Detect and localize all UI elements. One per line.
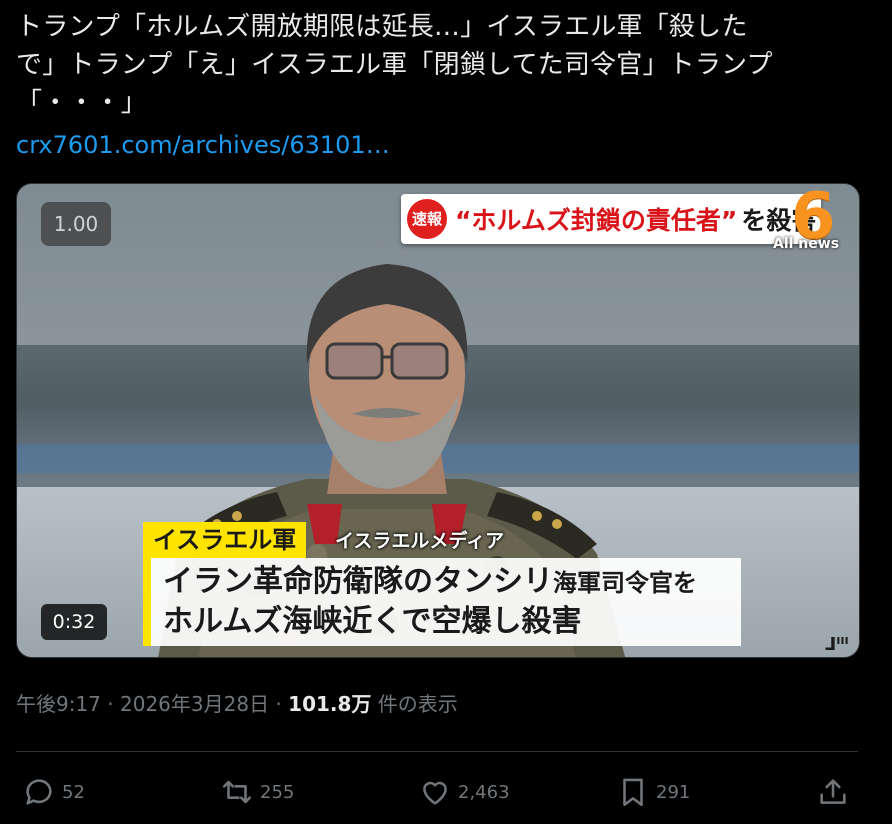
channel-logo: 6 All news	[769, 184, 859, 264]
divider	[16, 751, 858, 752]
caption-box: イラン革命防衛隊のタンシリ海軍司令官を ホルムズ海峡近くで空爆し殺害	[143, 558, 741, 646]
bookmark-count: 291	[656, 781, 691, 803]
like-count: 2,463	[458, 781, 510, 803]
caption-line-1: イラン革命防衛隊のタンシリ海軍司令官を	[163, 562, 697, 603]
tweet-date[interactable]: 2026年3月28日	[120, 692, 269, 716]
share-icon	[820, 779, 846, 804]
tweet-meta: 午後9:17 · 2026年3月28日 · 101.8万 件の表示	[16, 688, 458, 720]
bookmark-icon	[623, 778, 643, 807]
caption-line-1a: イラン革命防衛隊のタンシリ	[163, 564, 553, 599]
caption-source-media: イスラエルメディア	[335, 530, 505, 552]
caption-source-tag: イスラエル軍	[143, 522, 307, 558]
bookmark-button[interactable]: 291	[616, 770, 690, 814]
reply-icon	[26, 779, 52, 805]
breaking-headline: “ホルムズ封鎖の責任者”	[455, 206, 738, 235]
caption-line-2: ホルムズ海峡近くで空爆し殺害	[163, 604, 582, 639]
tweet-link[interactable]: crx7601.com/archives/63101…	[16, 128, 390, 162]
heart-icon	[423, 781, 447, 805]
video-duration-badge: 0:32	[41, 604, 107, 640]
video-player[interactable]: 1.00 速報 “ホルムズ封鎖の責任者” を殺害 6 All news イスラエ…	[16, 183, 860, 658]
retweet-count: 255	[260, 781, 295, 803]
tweet-text: トランプ「ホルムズ開放期限は延長…」イスラエル軍「殺した で」トランプ「え」イス…	[16, 12, 773, 118]
meta-separator: ·	[269, 692, 289, 716]
playback-speed-badge[interactable]: 1.00	[41, 202, 111, 246]
reply-button[interactable]: 52	[22, 770, 85, 814]
view-label: 件の表示	[371, 692, 458, 716]
tweet-time[interactable]: 午後9:17	[16, 692, 101, 716]
breaking-news-banner: 速報 “ホルムズ封鎖の責任者” を殺害	[401, 194, 821, 244]
reply-count: 52	[62, 781, 85, 803]
share-button[interactable]	[816, 770, 856, 814]
view-count: 101.8万	[288, 692, 372, 716]
retweet-button[interactable]: 255	[220, 770, 294, 814]
like-button[interactable]: 2,463	[418, 770, 510, 814]
retweet-icon	[222, 780, 252, 804]
caption-line-1b: 海軍司令官を	[553, 569, 697, 597]
action-bar: 52 255 2,463 291	[16, 770, 858, 814]
channel-sub: All news	[773, 236, 840, 252]
meta-separator: ·	[100, 692, 120, 716]
corner-watermark: ᒧᑊᑊᑊ	[825, 634, 849, 655]
breaking-tag: 速報	[407, 199, 447, 239]
